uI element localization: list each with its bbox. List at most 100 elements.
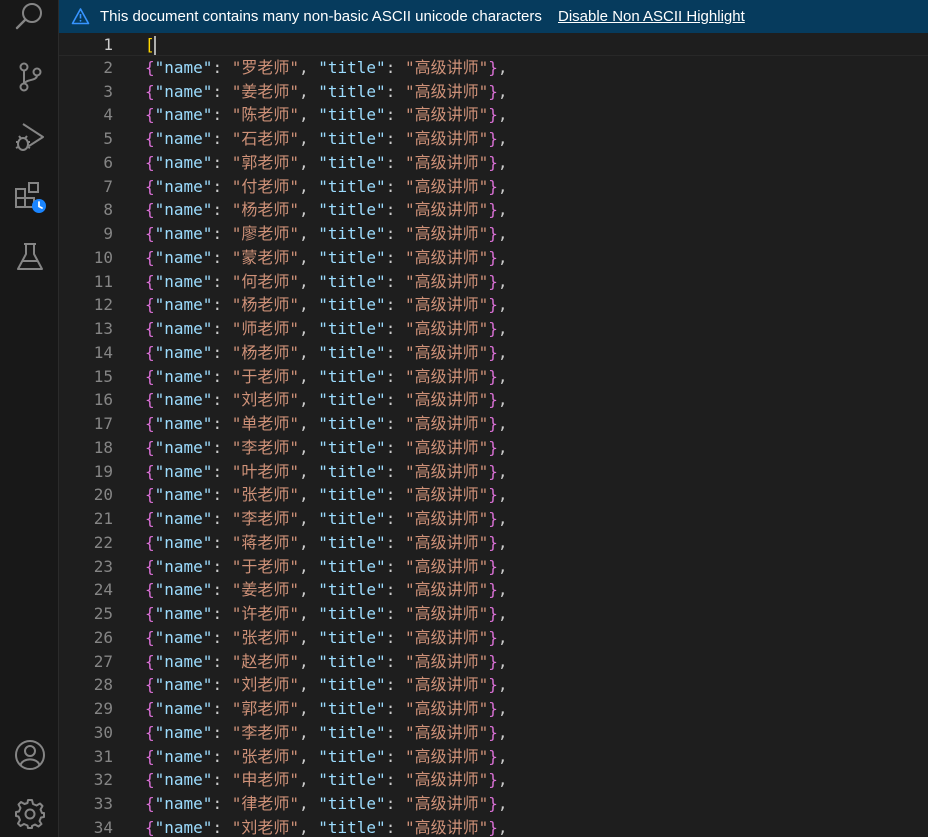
json-key-title: "title" xyxy=(318,438,386,457)
open-brace: { xyxy=(145,295,155,314)
close-brace: } xyxy=(488,557,498,576)
code-editor[interactable]: 1 [ 2 {"name": "罗老师", "title": "高级讲师"}, 3{… xyxy=(59,33,928,837)
close-brace: } xyxy=(488,248,498,267)
line-number: 16 xyxy=(93,390,113,409)
line-number: 30 xyxy=(93,723,113,742)
json-key-name: "name" xyxy=(154,604,213,623)
code-line: 13 {"name": "师老师", "title": "高级讲师"}, xyxy=(59,317,928,341)
warning-icon xyxy=(71,8,90,25)
open-brace: { xyxy=(145,82,155,101)
settings-gear-icon[interactable] xyxy=(13,797,47,831)
line-number: 26 xyxy=(93,628,113,647)
line-number: 25 xyxy=(93,604,113,623)
json-value-title: "高级讲师" xyxy=(404,272,489,291)
open-brace: { xyxy=(145,652,155,671)
line-number: 34 xyxy=(93,818,113,837)
activity-bar xyxy=(0,0,59,837)
json-value-name: "张老师" xyxy=(231,628,299,647)
search-icon[interactable] xyxy=(13,0,47,34)
line-number: 9 xyxy=(103,224,113,243)
json-value-title: "高级讲师" xyxy=(404,82,489,101)
code-line: 27 {"name": "赵老师", "title": "高级讲师"}, xyxy=(59,650,928,674)
code-line: 24 {"name": "姜老师", "title": "高级讲师"}, xyxy=(59,578,928,602)
line-number: 8 xyxy=(103,200,113,219)
json-key-name: "name" xyxy=(154,794,213,813)
json-key-name: "name" xyxy=(154,675,213,694)
close-brace: } xyxy=(488,604,498,623)
line-number: 12 xyxy=(93,295,113,314)
open-brace: { xyxy=(145,343,155,362)
close-brace: } xyxy=(488,414,498,433)
line-number: 10 xyxy=(93,248,113,267)
open-brace: { xyxy=(145,153,155,172)
code-line: 32 {"name": "申老师", "title": "高级讲师"}, xyxy=(59,768,928,792)
json-key-title: "title" xyxy=(318,82,386,101)
json-value-title: "高级讲师" xyxy=(404,177,489,196)
json-key-name: "name" xyxy=(154,82,213,101)
open-brace: { xyxy=(145,58,155,77)
code-line: 26 {"name": "张老师", "title": "高级讲师"}, xyxy=(59,626,928,650)
json-key-title: "title" xyxy=(318,485,386,504)
json-value-name: "刘老师" xyxy=(231,818,299,837)
line-number: 4 xyxy=(103,105,113,124)
close-brace: } xyxy=(488,129,498,148)
close-brace: } xyxy=(488,770,498,789)
json-key-name: "name" xyxy=(154,628,213,647)
close-brace: } xyxy=(488,82,498,101)
disable-non-ascii-highlight-link[interactable]: Disable Non ASCII Highlight xyxy=(558,8,745,25)
source-control-icon[interactable] xyxy=(13,60,47,94)
json-value-title: "高级讲师" xyxy=(404,533,489,552)
line-number: 21 xyxy=(93,509,113,528)
line-number: 11 xyxy=(93,272,113,291)
close-brace: } xyxy=(488,319,498,338)
line-number: 1 xyxy=(103,35,113,54)
json-value-name: "杨老师" xyxy=(231,200,299,219)
json-key-name: "name" xyxy=(154,747,213,766)
line-number: 17 xyxy=(93,414,113,433)
text-cursor xyxy=(153,36,156,55)
json-value-name: "付老师" xyxy=(231,177,299,196)
json-key-name: "name" xyxy=(154,818,213,837)
json-key-name: "name" xyxy=(154,557,213,576)
json-value-name: "姜老师" xyxy=(231,580,299,599)
json-key-name: "name" xyxy=(154,770,213,789)
json-key-name: "name" xyxy=(154,580,213,599)
json-key-title: "title" xyxy=(318,652,386,671)
close-brace: } xyxy=(488,295,498,314)
run-debug-icon[interactable] xyxy=(13,120,47,154)
open-brace: { xyxy=(145,675,155,694)
json-key-name: "name" xyxy=(154,533,213,552)
open-brace: { xyxy=(145,200,155,219)
close-brace: } xyxy=(488,794,498,813)
code-line: 22 {"name": "蒋老师", "title": "高级讲师"}, xyxy=(59,531,928,555)
json-value-name: "刘老师" xyxy=(231,390,299,409)
code-line: 18 {"name": "李老师", "title": "高级讲师"}, xyxy=(59,436,928,460)
testing-icon[interactable] xyxy=(13,240,47,274)
code-line: 2 {"name": "罗老师", "title": "高级讲师"}, xyxy=(59,56,928,80)
open-brace: { xyxy=(145,248,155,267)
code-line: 19 {"name": "叶老师", "title": "高级讲师"}, xyxy=(59,460,928,484)
open-brace: { xyxy=(145,224,155,243)
code-line: 11 {"name": "何老师", "title": "高级讲师"}, xyxy=(59,270,928,294)
json-value-title: "高级讲师" xyxy=(404,604,489,623)
non-ascii-banner: This document contains many non-basic AS… xyxy=(59,0,928,33)
code-line: 20 {"name": "张老师", "title": "高级讲师"}, xyxy=(59,483,928,507)
accounts-icon[interactable] xyxy=(13,738,47,772)
close-brace: } xyxy=(488,533,498,552)
extensions-icon[interactable] xyxy=(13,180,47,214)
code-line: 1 [ xyxy=(59,33,928,56)
json-value-name: "刘老师" xyxy=(231,675,299,694)
close-brace: } xyxy=(488,723,498,742)
line-number: 29 xyxy=(93,699,113,718)
close-brace: } xyxy=(488,153,498,172)
close-brace: } xyxy=(488,462,498,481)
json-value-title: "高级讲师" xyxy=(404,462,489,481)
open-brace: { xyxy=(145,129,155,148)
json-value-name: "罗老师" xyxy=(231,58,299,77)
json-value-title: "高级讲师" xyxy=(404,770,489,789)
json-value-title: "高级讲师" xyxy=(404,818,489,837)
json-key-title: "title" xyxy=(318,367,386,386)
json-key-title: "title" xyxy=(318,58,386,77)
json-key-name: "name" xyxy=(154,343,213,362)
json-key-title: "title" xyxy=(318,699,386,718)
